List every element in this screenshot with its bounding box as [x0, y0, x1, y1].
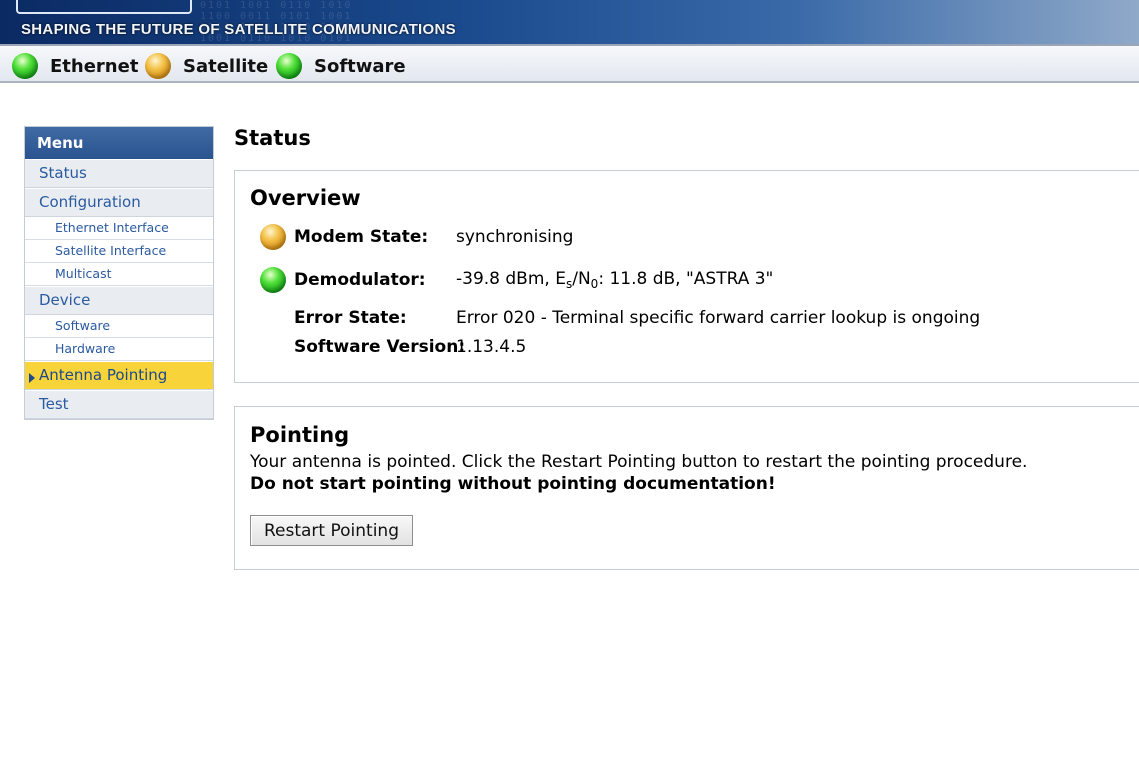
modem-state-row: Modem State: synchronising — [260, 223, 573, 251]
status-ethernet: Ethernet — [12, 52, 138, 80]
page-title: Status — [234, 126, 311, 150]
demodulator-row: Demodulator: -39.8 dBm, Es/N0: 11.8 dB, … — [260, 266, 773, 294]
sidebar-item-satellite-interface[interactable]: Satellite Interface — [25, 240, 213, 263]
software-version-value: 1.13.4.5 — [456, 337, 527, 357]
logo — [16, 0, 192, 14]
status-ethernet-label: Ethernet — [50, 55, 139, 77]
modem-state-value: synchronising — [456, 227, 574, 247]
sidebar-item-ethernet-interface[interactable]: Ethernet Interface — [25, 217, 213, 240]
sidebar-item-antenna-pointing[interactable]: Antenna Pointing — [25, 361, 213, 390]
status-software-label: Software — [314, 55, 406, 77]
sidebar-item-configuration[interactable]: Configuration — [25, 188, 213, 217]
pointing-description: Your antenna is pointed. Click the Resta… — [250, 452, 1028, 472]
sidebar-menu: Menu Status Configuration Ethernet Inter… — [24, 126, 214, 420]
banner-slogan: SHAPING THE FUTURE OF SATELLITE COMMUNIC… — [21, 21, 456, 38]
sidebar-item-hardware[interactable]: Hardware — [25, 338, 213, 361]
sidebar-item-status[interactable]: Status — [25, 159, 213, 188]
overview-heading: Overview — [250, 186, 361, 210]
demodulator-label: Demodulator: — [294, 270, 426, 290]
demodulator-value: -39.8 dBm, Es/N0: 11.8 dB, "ASTRA 3" — [456, 269, 774, 291]
software-version-label: Software Version: — [294, 337, 466, 357]
restart-pointing-button[interactable]: Restart Pointing — [250, 515, 413, 546]
error-state-label: Error State: — [294, 308, 407, 328]
status-yellow-icon — [260, 224, 286, 250]
status-satellite-label: Satellite — [183, 55, 269, 77]
header-banner: 0101 1001 0110 1010 1100 0011 0101 1001 01… — [0, 0, 1139, 44]
overview-panel: Overview Modem State: synchronising Demo… — [234, 170, 1139, 383]
sidebar-item-device[interactable]: Device — [25, 286, 213, 315]
sidebar-item-software[interactable]: Software — [25, 315, 213, 338]
sidebar-item-multicast[interactable]: Multicast — [25, 263, 213, 286]
status-software: Software — [276, 52, 406, 80]
error-state-value: Error 020 - Terminal specific forward ca… — [456, 308, 981, 328]
menu-header: Menu — [25, 127, 213, 159]
sidebar-item-label: Antenna Pointing — [39, 366, 168, 384]
pointing-warning: Do not start pointing without pointing d… — [250, 474, 776, 494]
status-satellite: Satellite — [145, 52, 268, 80]
sidebar-item-test[interactable]: Test — [25, 390, 213, 419]
pointing-panel: Pointing Your antenna is pointed. Click … — [234, 406, 1139, 570]
pointing-heading: Pointing — [250, 423, 350, 447]
status-green-icon — [260, 267, 286, 293]
status-green-icon — [12, 53, 38, 79]
status-bar: Ethernet Satellite Software — [0, 44, 1139, 83]
caret-right-icon — [29, 373, 35, 383]
status-green-icon — [276, 53, 302, 79]
modem-state-label: Modem State: — [294, 227, 429, 247]
status-yellow-icon — [145, 53, 171, 79]
